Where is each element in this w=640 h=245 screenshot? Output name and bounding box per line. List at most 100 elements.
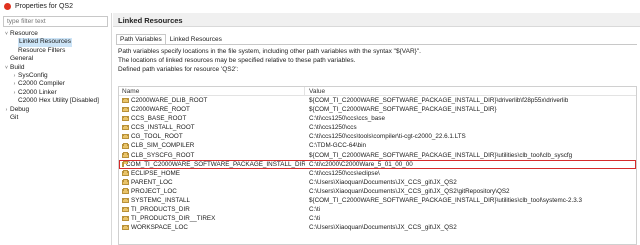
variable-name: CLB_SYSCFG_ROOT (131, 151, 195, 159)
tree-item[interactable]: C2000 Hex Utility [Disabled] (0, 97, 112, 105)
variable-value: C:\TDM-GCC-64\bin (309, 142, 367, 150)
preference-tree-pane: ˅ResourceLinked ResourcesResource Filter… (0, 13, 112, 245)
tree-item[interactable]: › SysConfig (0, 72, 112, 80)
table-row[interactable]: SYSTEMC_INSTALL ${COM_TI_C2000WARE_SOFTWA… (119, 196, 636, 205)
window-title: Properties for QS2 (15, 3, 73, 10)
variable-name: WORKSPACE_LOC (131, 224, 188, 232)
variable-name: TI_PRODUCTS_DIR__TIREX (131, 215, 216, 223)
folder-icon (122, 215, 129, 222)
variable-name-cell: CCS_INSTALL_ROOT (119, 123, 305, 132)
chevron-right-icon[interactable]: › (11, 89, 18, 97)
chevron-down-icon[interactable]: ˅ (3, 64, 10, 72)
table-row[interactable]: CG_TOOL_ROOT C:\ti\ccs1250\ccs\tools\comp… (119, 132, 636, 141)
variable-name: TI_PRODUCTS_DIR (131, 206, 190, 214)
chevron-down-icon[interactable]: ˅ (3, 30, 10, 38)
tree-item[interactable]: ˅ Build (0, 64, 112, 72)
tree-item-label: Resource Filters (18, 46, 66, 54)
page-header: Linked Resources (113, 13, 640, 27)
variable-name-cell: CCS_BASE_ROOT (119, 114, 305, 123)
tree-item-label: C2000 Linker (18, 88, 57, 96)
title-bar: Properties for QS2 (0, 0, 640, 13)
variable-name: COM_TI_C2000WARE_SOFTWARE_PACKAGE_INSTAL… (126, 160, 305, 168)
variable-value: ${COM_TI_C2000WARE_SOFTWARE_PACKAGE_INST… (309, 151, 573, 159)
preference-tree: ˅ Resource Linked Resources Resource Filter… (0, 30, 112, 122)
tree-item-label: Build (10, 63, 25, 71)
tree-item[interactable]: › Debug (0, 106, 112, 114)
tree-item-label: C2000 Hex Utility [Disabled] (18, 97, 99, 105)
tree-item[interactable]: Resource Filters (0, 47, 112, 55)
variable-name: CLB_SIM_COMPILER (131, 142, 195, 150)
table-row[interactable]: TI_PRODUCTS_DIR__TIREX C:\ti (119, 214, 636, 223)
variable-name-cell: PROJECT_LOC (119, 187, 305, 196)
folder-icon (122, 179, 129, 185)
folder-icon (122, 124, 129, 131)
page-title: Linked Resources (118, 16, 183, 25)
variable-name-cell: C2000WARE_DLIB_ROOT (119, 96, 305, 105)
variable-name: C2000WARE_ROOT (131, 106, 190, 114)
filter-input[interactable] (3, 16, 108, 27)
variable-name: ECLIPSE_HOME (131, 169, 180, 177)
variable-value: C:\ti\c2000\C2000Ware_5_01_00_00 (309, 160, 413, 168)
tree-item[interactable]: › C2000 Compiler (0, 80, 112, 88)
table-header: Name Value (119, 87, 636, 96)
table-row[interactable]: TI_PRODUCTS_DIR C:\ti (119, 205, 636, 214)
table-row[interactable]: CCS_INSTALL_ROOT C:\ti\ccs1250\ccs (119, 123, 636, 132)
table-row[interactable]: PROJECT_LOC C:\Users\Xiaoquan\Documents\J… (119, 187, 636, 196)
variable-value: C:\ti\ccs1250\ccs (309, 124, 357, 132)
tree-item-label: Linked Resources (18, 38, 73, 47)
variable-value: C:\ti\ccs1250\ccs\ccs_base (309, 115, 385, 123)
folder-icon (122, 161, 128, 167)
tree-item[interactable]: Linked Resources (0, 38, 112, 47)
tree-item-label: Resource (10, 30, 38, 37)
tree-item-label: Git (10, 113, 19, 121)
column-header-value[interactable]: Value (305, 87, 325, 95)
variable-name-cell: ECLIPSE_HOME (119, 169, 305, 178)
tree-item[interactable]: ˅ Resource (0, 30, 112, 38)
table-row[interactable]: C2000WARE_DLIB_ROOT ${COM_TI_C2000WARE_SO… (119, 96, 636, 105)
column-header-name[interactable]: Name (119, 87, 305, 95)
table-row[interactable]: CCS_BASE_ROOT C:\ti\ccs1250\ccs\ccs_base (119, 114, 636, 123)
folder-icon (122, 206, 129, 213)
tree-item-label: Debug (10, 105, 30, 113)
folder-icon (122, 224, 129, 231)
variable-name-cell: WORKSPACE_LOC (119, 223, 305, 232)
folder-icon (122, 188, 129, 194)
tree-item[interactable]: General (0, 55, 112, 63)
variable-name: CG_TOOL_ROOT (131, 133, 183, 141)
table-row[interactable]: C2000WARE_ROOT ${COM_TI_C2000WARE_SOFTWAR… (119, 105, 636, 114)
chevron-right-icon[interactable]: › (11, 80, 18, 88)
variable-name-cell: CLB_SIM_COMPILER (119, 141, 305, 150)
variable-name: PARENT_LOC (131, 178, 173, 186)
table-body: C2000WARE_DLIB_ROOT ${COM_TI_C2000WARE_SO… (119, 96, 636, 232)
table-row[interactable]: ECLIPSE_HOME C:\ti\ccs1250\ccs\eclipse\ (119, 169, 636, 178)
path-variables-table: Name Value C2000WARE_DLIB_ROOT ${COM_TI_C… (118, 86, 637, 245)
variable-value: ${COM_TI_C2000WARE_SOFTWARE_PACKAGE_INST… (309, 97, 569, 104)
variable-name-cell: CG_TOOL_ROOT (119, 132, 305, 141)
folder-icon (122, 143, 129, 149)
tree-item-label: SysConfig (18, 71, 48, 79)
variable-name: PROJECT_LOC (131, 187, 177, 195)
table-row[interactable]: PARENT_LOC C:\Users\Xiaoquan\Documents\JX… (119, 178, 636, 187)
table-row[interactable]: COM_TI_C2000WARE_SOFTWARE_PACKAGE_INSTAL… (119, 159, 636, 169)
description-line: Path variables specify locations in the … (118, 48, 421, 55)
folder-icon (122, 115, 129, 122)
variable-value: C:\ti\ccs1250\ccs\eclipse\ (309, 169, 380, 177)
table-row[interactable]: CLB_SYSCFG_ROOT ${COM_TI_C2000WARE_SOFTWA… (119, 151, 636, 160)
chevron-right-icon[interactable]: › (3, 106, 10, 114)
table-row[interactable]: CLB_SIM_COMPILER C:\TDM-GCC-64\bin (119, 141, 636, 150)
variable-value: C:\ti\ccs1250\ccs\tools\compiler\ti-cgt-… (309, 133, 466, 141)
tree-item[interactable]: › C2000 Linker (0, 89, 112, 97)
table-row[interactable]: WORKSPACE_LOC C:\Users\Xiaoquan\Documents… (119, 223, 636, 232)
variable-name: C2000WARE_DLIB_ROOT (131, 97, 208, 104)
variable-value: C:\Users\Xiaoquan\Documents\JX_CCS_git\J… (309, 224, 457, 232)
variable-name-cell: PARENT_LOC (119, 178, 305, 187)
variable-name: CCS_BASE_ROOT (131, 115, 187, 123)
variable-value: C:\ti (309, 215, 321, 223)
tree-item-label: General (10, 55, 34, 63)
folder-icon (122, 133, 129, 140)
tree-item[interactable]: Git (0, 114, 112, 122)
tree-item-label: C2000 Compiler (18, 80, 65, 88)
chevron-right-icon[interactable]: › (11, 72, 18, 80)
variable-name-cell: CLB_SYSCFG_ROOT (119, 151, 305, 160)
folder-icon (122, 106, 129, 113)
